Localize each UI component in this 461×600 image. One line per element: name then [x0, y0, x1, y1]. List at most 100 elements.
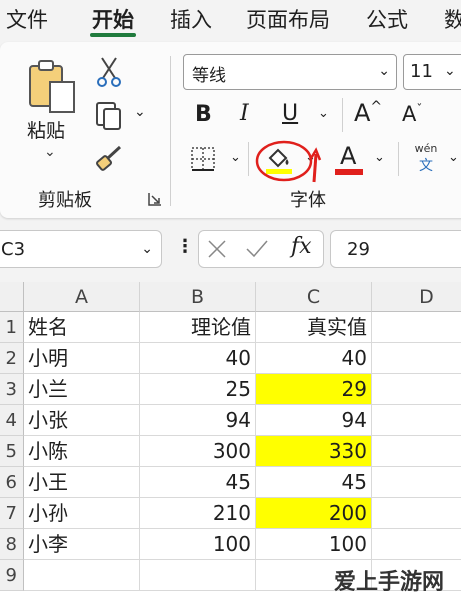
- table-cell[interactable]: 330: [256, 436, 372, 467]
- phonetic-guide-icon[interactable]: wén 文: [410, 142, 442, 176]
- table-cell[interactable]: [140, 560, 256, 591]
- ribbon-group-divider: [170, 56, 171, 206]
- font-name-select[interactable]: 等线 ⌄: [183, 54, 397, 90]
- bold-button[interactable]: B: [195, 102, 212, 127]
- table-cell[interactable]: [372, 405, 461, 436]
- chevron-down-icon[interactable]: ⌄: [378, 63, 390, 79]
- divider: [248, 142, 249, 176]
- table-cell[interactable]: 40: [140, 343, 256, 374]
- chevron-down-icon[interactable]: ⌄: [141, 241, 153, 257]
- formula-tools: fx: [198, 230, 324, 268]
- table-cell[interactable]: [24, 560, 140, 591]
- table-cell[interactable]: 小兰: [24, 374, 140, 405]
- table-cell[interactable]: [372, 498, 461, 529]
- table-cell[interactable]: [372, 436, 461, 467]
- row-header[interactable]: 6: [0, 467, 24, 498]
- column-header-a[interactable]: A: [24, 282, 140, 312]
- table-cell[interactable]: 45: [140, 467, 256, 498]
- column-header-c[interactable]: C: [256, 282, 372, 312]
- column-header-d[interactable]: D: [372, 282, 461, 312]
- row-header[interactable]: 8: [0, 529, 24, 560]
- row-header[interactable]: 4: [0, 405, 24, 436]
- chevron-down-icon[interactable]: ⌄: [374, 150, 385, 165]
- table-cell[interactable]: 姓名: [24, 312, 140, 343]
- more-options-icon[interactable]: ⋮: [176, 236, 194, 257]
- table-cell[interactable]: 100: [256, 529, 372, 560]
- table-cell[interactable]: 小明: [24, 343, 140, 374]
- divider: [342, 98, 343, 132]
- paste-button[interactable]: 粘贴: [27, 116, 65, 143]
- table-cell[interactable]: 小陈: [24, 436, 140, 467]
- chevron-down-icon[interactable]: ⌄: [230, 150, 241, 165]
- formula-input[interactable]: 29: [330, 230, 461, 268]
- chevron-down-icon[interactable]: ⌄: [134, 104, 146, 120]
- check-icon[interactable]: [245, 239, 269, 259]
- table-cell[interactable]: 94: [140, 405, 256, 436]
- table-cell[interactable]: 100: [140, 529, 256, 560]
- chevron-down-icon[interactable]: ⌄: [318, 106, 329, 121]
- scissors-icon[interactable]: [96, 56, 122, 88]
- annotation-circle: [255, 140, 322, 183]
- table-cell[interactable]: 理论值: [140, 312, 256, 343]
- select-all-corner[interactable]: [0, 282, 24, 312]
- chevron-down-icon[interactable]: ⌄: [444, 63, 456, 79]
- cancel-icon[interactable]: [207, 239, 227, 259]
- font-color-icon[interactable]: A: [334, 142, 364, 176]
- chevron-down-icon[interactable]: ⌄: [44, 144, 56, 160]
- row-header[interactable]: 1: [0, 312, 24, 343]
- row-header[interactable]: 7: [0, 498, 24, 529]
- row-header[interactable]: 3: [0, 374, 24, 405]
- format-painter-icon[interactable]: [94, 144, 124, 174]
- table-cell[interactable]: [372, 529, 461, 560]
- table-cell[interactable]: 小王: [24, 467, 140, 498]
- phonetic-char: 文: [419, 158, 433, 174]
- table-cell[interactable]: 25: [140, 374, 256, 405]
- tab-data[interactable]: 数: [444, 4, 461, 34]
- table-cell[interactable]: [372, 312, 461, 343]
- row-header[interactable]: 9: [0, 560, 24, 591]
- increase-font-size-button[interactable]: A^: [354, 99, 382, 127]
- font-name-value: 等线: [192, 66, 226, 86]
- tab-file[interactable]: 文件: [6, 4, 48, 34]
- spreadsheet-grid: A B C D 1 姓名 理论值 真实值 2 小明 40 40 3 小兰 25 29 4 小张 94 94 5 小…: [0, 282, 461, 600]
- row-header[interactable]: 5: [0, 436, 24, 467]
- tab-insert[interactable]: 插入: [170, 4, 212, 34]
- phonetic-pinyin: wén: [414, 142, 438, 155]
- table-cell[interactable]: [372, 467, 461, 498]
- table-cell[interactable]: 45: [256, 467, 372, 498]
- copy-icon[interactable]: [94, 100, 124, 132]
- table-cell[interactable]: 94: [256, 405, 372, 436]
- tab-page-layout[interactable]: 页面布局: [246, 4, 330, 34]
- chevron-down-icon[interactable]: ⌄: [448, 150, 459, 165]
- svg-text:A: A: [340, 142, 357, 170]
- table-cell[interactable]: 29: [256, 374, 372, 405]
- table-cell[interactable]: 300: [140, 436, 256, 467]
- tab-formulas[interactable]: 公式: [366, 4, 408, 34]
- column-header-b[interactable]: B: [140, 282, 256, 312]
- tab-home[interactable]: 开始: [92, 4, 134, 34]
- decrease-font-size-button[interactable]: Aˇ: [402, 102, 422, 126]
- table-cell[interactable]: [372, 374, 461, 405]
- table-cell[interactable]: 40: [256, 343, 372, 374]
- clipboard-group-label: 剪贴板: [38, 190, 92, 211]
- table-cell[interactable]: 200: [256, 498, 372, 529]
- name-box[interactable]: C3 ⌄: [0, 230, 162, 268]
- table-cell[interactable]: 小孙: [24, 498, 140, 529]
- underline-button[interactable]: U: [282, 101, 298, 126]
- italic-button[interactable]: I: [240, 101, 249, 126]
- formula-bar: C3 ⌄ ⋮ fx 29: [0, 226, 461, 274]
- row-header[interactable]: 2: [0, 343, 24, 374]
- table-cell[interactable]: 小李: [24, 529, 140, 560]
- font-group-label: 字体: [290, 190, 326, 211]
- insert-function-button[interactable]: fx: [291, 234, 312, 259]
- borders-icon[interactable]: [190, 146, 216, 172]
- table-cell[interactable]: [372, 343, 461, 374]
- table-cell[interactable]: 小张: [24, 405, 140, 436]
- table-cell[interactable]: 210: [140, 498, 256, 529]
- name-box-value: C3: [1, 239, 26, 260]
- dialog-launcher-icon[interactable]: [148, 192, 162, 206]
- paste-icon[interactable]: [22, 56, 80, 114]
- table-cell[interactable]: 真实值: [256, 312, 372, 343]
- font-size-select[interactable]: 11 ⌄: [403, 54, 461, 90]
- watermark-text: 爱上手游网: [334, 570, 445, 595]
